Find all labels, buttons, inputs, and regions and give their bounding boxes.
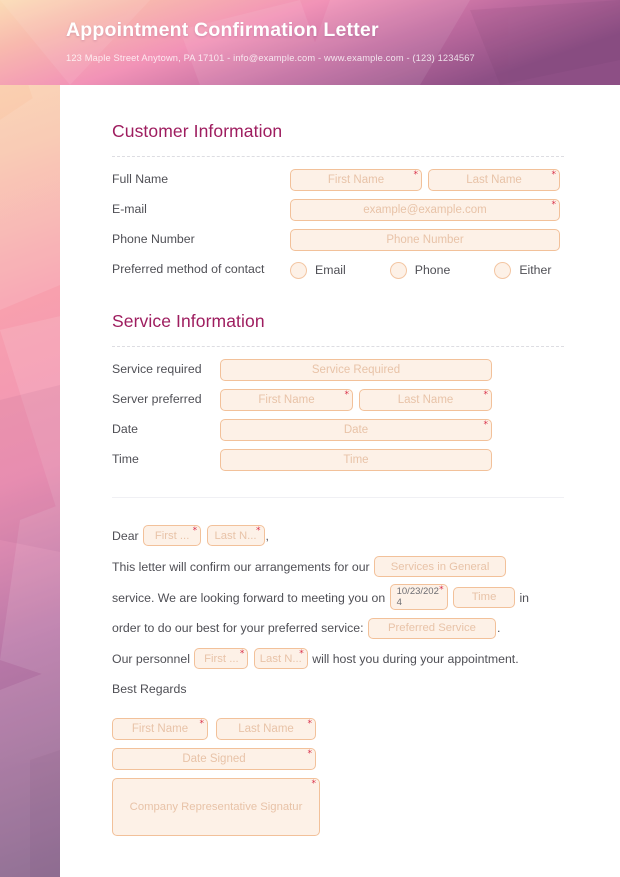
label-preferred-contact: Preferred method of contact: [112, 262, 265, 276]
required-asterisk: *: [311, 778, 317, 789]
row-service-required: Service required Service Required: [112, 355, 620, 385]
letter-line-4: Our personnel First ... * Last N... * wi…: [112, 643, 568, 674]
label-full-name: Full Name: [112, 172, 169, 186]
required-asterisk: *: [299, 649, 304, 660]
service-section-divider: [112, 346, 564, 347]
company-representative-signature-input[interactable]: Company Representative Signatur *: [112, 777, 320, 836]
server-last-name-input[interactable]: Last Name *: [359, 389, 492, 411]
email-input[interactable]: example@example.com *: [290, 199, 560, 221]
required-asterisk: *: [199, 718, 205, 729]
appointment-time-input[interactable]: Time: [453, 586, 516, 608]
required-asterisk: *: [192, 526, 198, 537]
letter-line-2-tail: in: [519, 590, 530, 605]
signature-last-name-input[interactable]: Last Name *: [216, 717, 316, 740]
date-signed-input[interactable]: Date Signed *: [112, 747, 316, 770]
required-asterisk: *: [413, 170, 419, 180]
first-name-input[interactable]: First Name *: [290, 169, 422, 191]
service-required-input[interactable]: Service Required: [220, 359, 492, 381]
personnel-last-name-input[interactable]: Last N... *: [253, 648, 308, 670]
salutation-last-name-input[interactable]: Last N... *: [206, 525, 265, 547]
letter-body-divider: [112, 497, 564, 498]
row-email: E-mail example@example.com *: [112, 195, 620, 225]
phone-number-input[interactable]: Phone Number: [290, 229, 560, 251]
personnel-first-name-input[interactable]: First ... *: [194, 648, 249, 670]
page-title: Appointment Confirmation Letter: [66, 19, 379, 41]
row-phone-number: Phone Number Phone Number: [112, 225, 620, 255]
radio-option-phone[interactable]: Phone: [389, 261, 450, 279]
signature-canvas-row: Company Representative Signatur *: [112, 777, 620, 836]
required-asterisk: *: [551, 170, 557, 180]
label-phone-number: Phone Number: [112, 232, 195, 246]
preferred-contact-radio-group[interactable]: Email Phone Either: [290, 261, 551, 279]
letter-line-3: order to do our best for your preferred …: [112, 612, 568, 643]
required-asterisk: *: [483, 420, 489, 430]
signature-name-row: First Name * Last Name *: [112, 717, 620, 740]
label-email: E-mail: [112, 202, 147, 216]
signature-first-name-input[interactable]: First Name *: [112, 717, 208, 740]
signature-block: First Name * Last Name * Date Signed * C…: [60, 704, 620, 836]
letter-line-2: service. We are looking forward to meeti…: [112, 582, 568, 613]
row-date: Date Date *: [112, 415, 620, 445]
required-asterisk: *: [344, 390, 350, 400]
letter-closing: Best Regards: [112, 681, 187, 696]
radio-option-email[interactable]: Email: [290, 261, 346, 279]
letter-salutation-line: Dear First ... * Last N... * ,: [112, 520, 568, 551]
letter-line-4-text: Our personnel: [112, 651, 190, 666]
service-time-input[interactable]: Time: [220, 449, 492, 471]
required-asterisk: *: [307, 718, 313, 729]
required-asterisk: *: [307, 748, 313, 759]
last-name-input[interactable]: Last Name *: [428, 169, 560, 191]
preferred-service-input[interactable]: Preferred Service: [367, 617, 496, 639]
letter-line-1: This letter will confirm our arrangement…: [112, 551, 568, 582]
row-server-preferred: Server preferred First Name * Last Name …: [112, 385, 620, 415]
letter-body: Dear First ... * Last N... * , This lett…: [60, 498, 568, 704]
letter-line-1-text: This letter will confirm our arrangement…: [112, 559, 370, 574]
required-asterisk: *: [483, 390, 489, 400]
appointment-confirmation-letter-page: Appointment Confirmation Letter 123 Mapl…: [0, 0, 620, 877]
row-time: Time Time: [112, 445, 620, 475]
salutation-text: Dear: [112, 528, 139, 543]
required-asterisk: *: [439, 585, 444, 596]
letter-line-4-tail: will host you during your appointment.: [312, 651, 519, 666]
letter-line-3-period: .: [496, 621, 501, 635]
document-header-band: Appointment Confirmation Letter 123 Mapl…: [0, 0, 620, 85]
required-asterisk: *: [256, 526, 261, 537]
letter-line-2-text: service. We are looking forward to meeti…: [112, 590, 386, 605]
row-preferred-contact: Preferred method of contact Email Phone …: [112, 255, 620, 285]
signature-date-row: Date Signed *: [112, 747, 620, 770]
radio-circle-icon[interactable]: [290, 261, 307, 279]
service-information-heading: Service Information: [112, 311, 265, 331]
radio-option-either[interactable]: Either: [494, 261, 551, 279]
service-date-input[interactable]: Date *: [220, 419, 492, 441]
required-asterisk: *: [239, 649, 245, 660]
salutation-comma: ,: [265, 528, 269, 543]
services-in-general-input[interactable]: Services in General: [374, 556, 507, 577]
server-first-name-input[interactable]: First Name *: [220, 389, 353, 411]
customer-information-heading: Customer Information: [112, 121, 283, 141]
appointment-date-input[interactable]: 10/23/2024 *: [389, 584, 448, 611]
radio-circle-icon[interactable]: [389, 261, 407, 279]
letter-card: Customer Information Full Name First Nam…: [60, 85, 620, 877]
company-contact-line: 123 Maple Street Anytown, PA 17101 - inf…: [66, 53, 475, 64]
letter-line-3-text: order to do our best for your preferred …: [112, 621, 364, 635]
row-full-name: Full Name First Name * Last Name *: [112, 165, 620, 195]
customer-section-divider: [112, 156, 564, 157]
salutation-first-name-input[interactable]: First ... *: [143, 525, 202, 547]
required-asterisk: *: [551, 200, 557, 210]
radio-circle-icon[interactable]: [494, 261, 512, 279]
